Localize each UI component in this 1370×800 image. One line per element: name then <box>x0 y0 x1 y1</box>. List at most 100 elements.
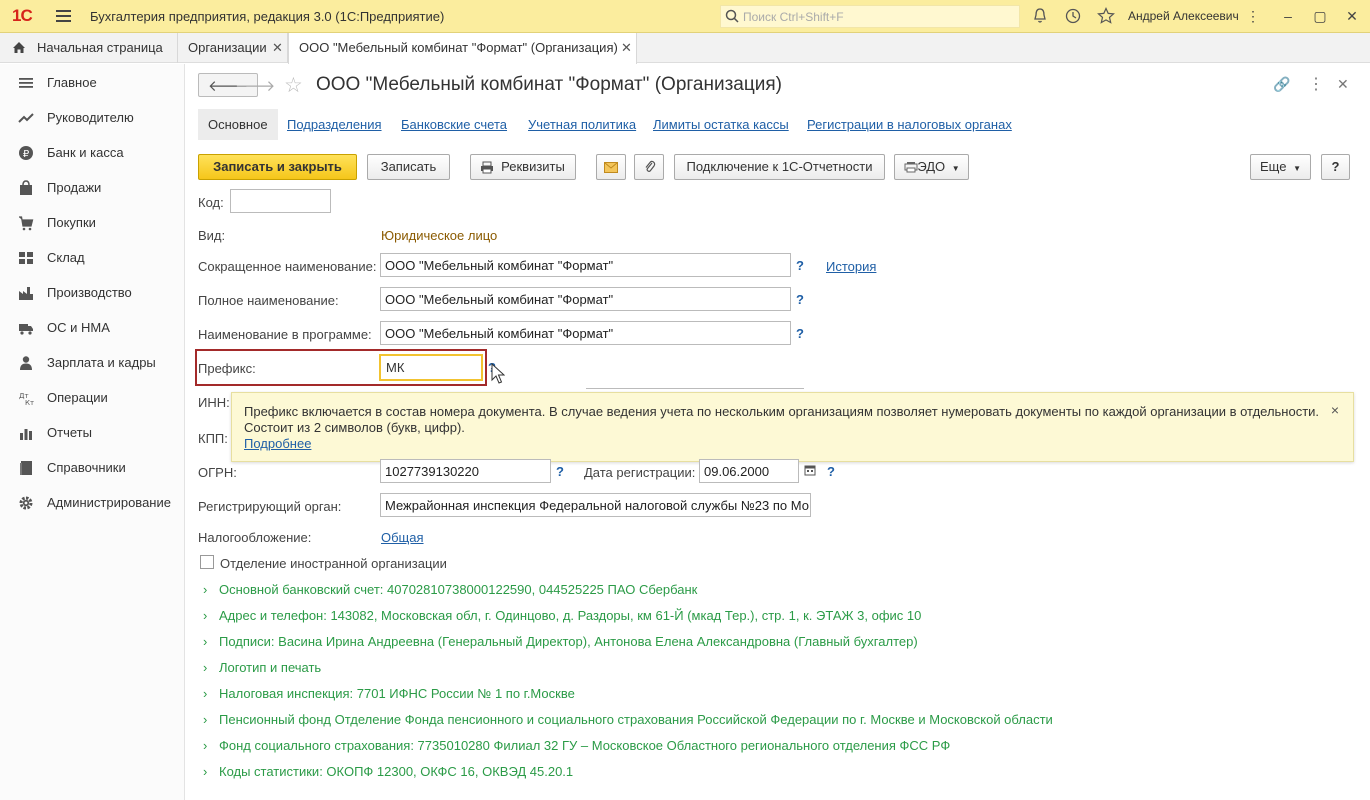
help-button[interactable]: ? <box>1321 154 1350 180</box>
sidebar-item-purchases[interactable]: Покупки <box>0 205 185 240</box>
chevron-right-icon: › <box>203 686 208 701</box>
bell-icon[interactable] <box>1031 7 1049 25</box>
history-link[interactable]: История <box>826 259 876 274</box>
email-button[interactable] <box>596 154 626 180</box>
open-windows-tabbar: Начальная страница Организации ✕ ООО "Ме… <box>0 33 1370 64</box>
close-tab-icon[interactable]: ✕ <box>272 33 283 62</box>
sidebar-item-warehouse[interactable]: Склад <box>0 240 185 275</box>
sidebar-item-fixed-assets[interactable]: ОС и НМА <box>0 310 185 345</box>
subtab-main[interactable]: Основное <box>198 109 278 140</box>
edo-button[interactable]: ЭДО ▼ <box>894 154 969 180</box>
tab-home[interactable]: Начальная страница <box>0 33 178 63</box>
ogrn-help-icon[interactable]: ? <box>556 464 564 479</box>
more-vertical-icon[interactable]: ⋮ <box>1308 74 1324 94</box>
short-name-help-icon[interactable]: ? <box>796 258 804 273</box>
code-input[interactable] <box>230 189 331 213</box>
reg-date-help-icon[interactable]: ? <box>827 464 835 479</box>
svg-text:Кт: Кт <box>25 399 34 406</box>
user-name[interactable]: Андрей Алексеевич <box>1128 9 1239 23</box>
full-name-help-icon[interactable]: ? <box>796 292 804 307</box>
ruble-icon: ₽ <box>19 146 33 160</box>
home-icon <box>13 42 25 53</box>
truck-icon <box>19 324 33 335</box>
prefix-input[interactable]: МК <box>379 354 483 381</box>
sidebar-item-label: Администрирование <box>47 495 171 510</box>
tooltip-close-icon[interactable]: × <box>1331 402 1339 418</box>
subtab-bank-accounts[interactable]: Банковские счета <box>401 117 507 132</box>
save-button[interactable]: Записать <box>367 154 450 180</box>
trend-icon <box>18 113 34 123</box>
dropdown-arrow-icon: ▼ <box>1293 164 1301 173</box>
reg-body-label: Регистрирующий орган: <box>198 499 342 514</box>
connect-1c-reporting-button[interactable]: Подключение к 1С-Отчетности <box>674 154 885 180</box>
sidebar-item-administration[interactable]: Администрирование <box>0 485 185 520</box>
sidebar-item-operations[interactable]: Дт Кт Операции <box>0 380 185 415</box>
sidebar-item-label: Склад <box>47 250 85 265</box>
tab-organizations[interactable]: Организации ✕ <box>178 33 288 63</box>
favorite-star-icon[interactable]: ☆ <box>284 73 303 98</box>
warehouse-icon <box>19 252 33 264</box>
tax-system-link[interactable]: Общая <box>381 530 424 545</box>
program-name-input[interactable]: ООО "Мебельный комбинат "Формат" <box>380 321 791 345</box>
sidebar-item-label: Операции <box>47 390 108 405</box>
sidebar-item-main[interactable]: Главное <box>0 65 185 100</box>
calendar-icon[interactable] <box>804 464 816 476</box>
search-placeholder: Поиск Ctrl+Shift+F <box>743 10 844 24</box>
subtab-departments[interactable]: Подразделения <box>287 117 382 132</box>
close-window-icon[interactable]: ✕ <box>1342 6 1362 26</box>
attachments-button[interactable] <box>634 154 664 180</box>
main-menu-icon[interactable] <box>56 10 71 22</box>
program-name-help-icon[interactable]: ? <box>796 326 804 341</box>
svg-text:₽: ₽ <box>23 149 30 160</box>
chevron-right-icon: › <box>203 608 208 623</box>
close-form-icon[interactable]: ✕ <box>1337 76 1349 93</box>
maximize-icon[interactable]: ▢ <box>1310 6 1330 26</box>
dropdown-arrow-icon: ▼ <box>951 164 960 173</box>
requisites-button[interactable]: Реквизиты <box>470 154 576 180</box>
sidebar-item-label: Производство <box>47 285 132 300</box>
sidebar-item-label: Покупки <box>47 215 96 230</box>
save-and-close-button[interactable]: Записать и закрыть <box>198 154 357 180</box>
link-icon[interactable]: 🔗 <box>1273 76 1290 93</box>
minimize-icon[interactable]: – <box>1278 6 1298 26</box>
subtab-tax-registrations[interactable]: Регистрации в налоговых органах <box>807 117 1012 132</box>
tab-organization-card[interactable]: ООО "Мебельный комбинат "Формат" (Органи… <box>288 33 637 64</box>
sidebar-item-bank[interactable]: ₽ Банк и касса <box>0 135 185 170</box>
edo-label: ЭДО <box>917 159 946 174</box>
more-vertical-icon[interactable]: ⋮ <box>1243 6 1263 26</box>
ogrn-label: ОГРН: <box>198 465 237 480</box>
close-tab-icon[interactable]: ✕ <box>621 33 632 62</box>
sidebar-item-salary[interactable]: Зарплата и кадры <box>0 345 185 380</box>
subtab-cash-limits[interactable]: Лимиты остатка кассы <box>653 117 789 132</box>
bag-icon <box>20 180 32 195</box>
sidebar-item-label: Отчеты <box>47 425 92 440</box>
kind-value[interactable]: Юридическое лицо <box>381 228 497 243</box>
history-icon[interactable] <box>1064 7 1082 25</box>
requisites-label: Реквизиты <box>501 159 565 174</box>
tooltip-more-link[interactable]: Подробнее <box>244 436 311 451</box>
program-name-label: Наименование в программе: <box>198 327 372 342</box>
sidebar-item-label: Зарплата и кадры <box>47 355 156 370</box>
1c-logo: 1С <box>12 6 33 25</box>
ogrn-input[interactable]: 1027739130220 <box>380 459 551 483</box>
sidebar-item-directories[interactable]: Справочники <box>0 450 185 485</box>
reg-body-input[interactable]: Межрайонная инспекция Федеральной налого… <box>380 493 811 517</box>
reg-date-input[interactable]: 09.06.2000 <box>699 459 799 483</box>
organization-form: 🡐 🡒 ☆ ООО "Мебельный комбинат "Формат" (… <box>186 64 1370 800</box>
favorites-star-icon[interactable] <box>1097 7 1115 25</box>
foreign-branch-checkbox[interactable] <box>200 555 214 569</box>
chevron-right-icon: › <box>203 582 208 597</box>
short-name-input[interactable]: ООО "Мебельный комбинат "Формат" <box>380 253 791 277</box>
more-button[interactable]: Еще ▼ <box>1250 154 1311 180</box>
sidebar-item-manager[interactable]: Руководителю <box>0 100 185 135</box>
full-name-input[interactable]: ООО "Мебельный комбинат "Формат" <box>380 287 791 311</box>
sidebar-item-production[interactable]: Производство <box>0 275 185 310</box>
sidebar-item-reports[interactable]: Отчеты <box>0 415 185 450</box>
sidebar-item-sales[interactable]: Продажи <box>0 170 185 205</box>
tab-label: Организации <box>188 40 267 55</box>
sidebar-item-label: Руководителю <box>47 110 134 125</box>
subtab-accounting-policy[interactable]: Учетная политика <box>528 117 636 132</box>
more-label: Еще <box>1260 159 1287 174</box>
search-input[interactable]: Поиск Ctrl+Shift+F <box>720 5 1020 28</box>
forward-arrow-icon[interactable]: 🡒 <box>235 76 275 95</box>
